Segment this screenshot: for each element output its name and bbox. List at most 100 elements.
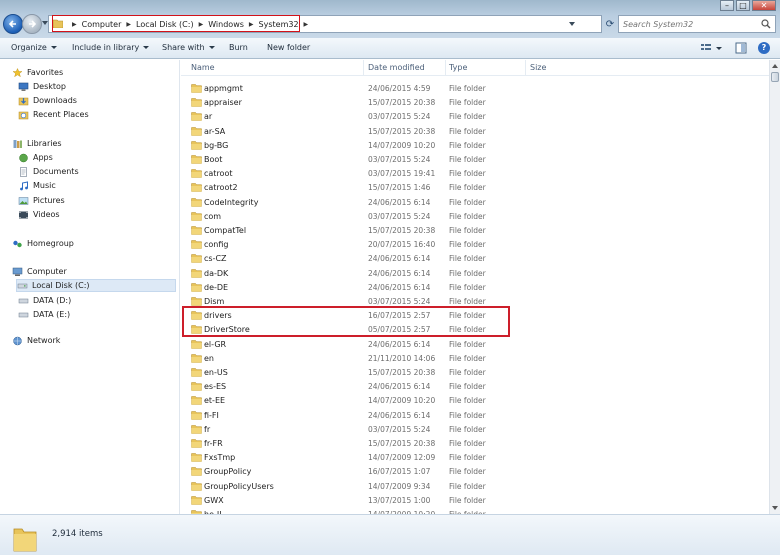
column-size[interactable]: Size bbox=[530, 63, 546, 72]
file-row[interactable]: fr 03/07/2015 5:24 File folder bbox=[181, 422, 769, 436]
file-name: drivers bbox=[204, 311, 232, 321]
forward-button[interactable] bbox=[22, 14, 42, 34]
column-divider[interactable] bbox=[445, 60, 446, 76]
file-row[interactable]: config 20/07/2015 16:40 File folder bbox=[181, 237, 769, 251]
nav-data-d[interactable]: DATA (D:) bbox=[18, 294, 71, 307]
nav-desktop[interactable]: Desktop bbox=[18, 80, 66, 93]
file-row[interactable]: appmgmt 24/06/2015 4:59 File folder bbox=[181, 81, 769, 95]
vertical-scrollbar[interactable] bbox=[769, 60, 780, 514]
folder-icon bbox=[191, 410, 202, 420]
help-icon[interactable]: ? bbox=[758, 42, 770, 54]
file-date-modified: 14/07/2009 10:20 bbox=[368, 140, 436, 150]
nav-local-disk[interactable]: Local Disk (C:) bbox=[16, 279, 176, 292]
column-type[interactable]: Type bbox=[449, 63, 467, 72]
file-date-modified: 03/07/2015 5:24 bbox=[368, 424, 431, 434]
nav-favorites[interactable]: Favorites bbox=[12, 66, 63, 79]
file-type: File folder bbox=[449, 396, 486, 406]
nav-network[interactable]: Network bbox=[12, 334, 60, 347]
share-with-button[interactable]: Share with bbox=[162, 43, 215, 52]
column-date-modified[interactable]: Date modified bbox=[368, 63, 425, 72]
chevron-right-icon[interactable]: ▶ bbox=[249, 21, 254, 28]
file-row[interactable]: GWX 13/07/2015 1:00 File folder bbox=[181, 493, 769, 507]
file-type: File folder bbox=[449, 339, 486, 349]
nav-recent-places[interactable]: Recent Places bbox=[18, 108, 89, 121]
file-row[interactable]: drivers 16/07/2015 2:57 File folder bbox=[181, 308, 769, 322]
scrollbar-thumb[interactable] bbox=[771, 72, 779, 82]
nav-documents[interactable]: Documents bbox=[18, 165, 79, 178]
file-row[interactable]: CompatTel 15/07/2015 20:38 File folder bbox=[181, 223, 769, 237]
file-row[interactable]: he-IL14/07/2009 10:20File folder bbox=[181, 507, 769, 514]
chevron-right-icon[interactable]: ▶ bbox=[304, 21, 309, 28]
scroll-down-icon[interactable] bbox=[772, 506, 778, 510]
file-row[interactable]: et-EE 14/07/2009 10:20 File folder bbox=[181, 393, 769, 407]
file-row[interactable]: de-DE 24/06/2015 6:14 File folder bbox=[181, 280, 769, 294]
folder-icon bbox=[191, 297, 202, 306]
file-date-modified: 15/07/2015 20:38 bbox=[368, 368, 436, 377]
file-row[interactable]: catroot 03/07/2015 19:41 File folder bbox=[181, 166, 769, 180]
minimize-button[interactable]: – bbox=[720, 0, 734, 11]
arrow-right-icon bbox=[29, 20, 37, 28]
folder-icon bbox=[191, 311, 202, 320]
column-divider[interactable] bbox=[363, 60, 364, 76]
nav-data-e[interactable]: DATA (E:) bbox=[18, 308, 70, 321]
folder-icon bbox=[13, 528, 37, 552]
file-row[interactable]: en 21/11/2010 14:06 File folder bbox=[181, 351, 769, 365]
nav-downloads[interactable]: Downloads bbox=[18, 94, 77, 107]
chevron-right-icon[interactable]: ▶ bbox=[199, 21, 204, 28]
organize-button[interactable]: Organize bbox=[11, 43, 57, 52]
refresh-icon[interactable]: ⟳ bbox=[603, 15, 617, 33]
back-button[interactable] bbox=[3, 14, 23, 34]
search-input[interactable] bbox=[619, 16, 749, 32]
change-view-icon[interactable] bbox=[700, 42, 712, 54]
burn-button[interactable]: Burn bbox=[229, 43, 248, 52]
file-row[interactable]: en-US 15/07/2015 20:38 File folder bbox=[181, 365, 769, 379]
file-row[interactable]: bg-BG 14/07/2009 10:20 File folder bbox=[181, 138, 769, 152]
file-row[interactable]: cs-CZ 24/06/2015 6:14 File folder bbox=[181, 251, 769, 265]
nav-videos[interactable]: Videos bbox=[18, 208, 60, 221]
file-row[interactable]: GroupPolicy 16/07/2015 1:07 File folder bbox=[181, 464, 769, 478]
scroll-up-icon[interactable] bbox=[772, 64, 778, 68]
nav-pictures[interactable]: Pictures bbox=[18, 194, 65, 207]
column-name[interactable]: Name bbox=[191, 63, 215, 72]
file-row[interactable]: com 03/07/2015 5:24 File folder bbox=[181, 209, 769, 223]
nav-libraries[interactable]: Libraries bbox=[12, 137, 62, 150]
file-row[interactable]: da-DK 24/06/2015 6:14 File folder bbox=[181, 266, 769, 280]
file-row[interactable]: ar-SA 15/07/2015 20:38 File folder bbox=[181, 124, 769, 138]
file-row[interactable]: ar 03/07/2015 5:24 File folder bbox=[181, 109, 769, 123]
file-row[interactable]: Dism 03/07/2015 5:24 File folder bbox=[181, 294, 769, 308]
nav-homegroup[interactable]: Homegroup bbox=[12, 237, 74, 250]
preview-pane-icon[interactable] bbox=[735, 42, 747, 54]
file-row[interactable]: fi-FI 24/06/2015 6:14 File folder bbox=[181, 408, 769, 422]
maximize-button[interactable]: □ bbox=[736, 0, 750, 11]
view-options-dropdown[interactable] bbox=[716, 47, 722, 50]
address-history-dropdown[interactable] bbox=[569, 22, 575, 26]
file-row[interactable]: FxsTmp 14/07/2009 12:09 File folder bbox=[181, 450, 769, 464]
share-with-label: Share with bbox=[162, 43, 205, 52]
chevron-right-icon[interactable]: ▶ bbox=[72, 21, 77, 28]
nav-music[interactable]: Music bbox=[18, 179, 56, 192]
file-date-modified: 15/07/2015 20:38 bbox=[368, 126, 436, 136]
column-divider[interactable] bbox=[525, 60, 526, 76]
include-in-library-button[interactable]: Include in library bbox=[72, 43, 150, 52]
file-row[interactable]: Boot 03/07/2015 5:24 File folder bbox=[181, 152, 769, 166]
breadcrumb-computer[interactable]: Computer bbox=[82, 20, 122, 29]
breadcrumb-local-disk[interactable]: Local Disk (C:) bbox=[136, 20, 194, 29]
nav-apps[interactable]: Apps bbox=[18, 151, 53, 164]
address-bar[interactable]: ▶ Computer ▶ Local Disk (C:) ▶ Windows ▶… bbox=[48, 15, 602, 33]
file-row[interactable]: el-GR 24/06/2015 6:14 File folder bbox=[181, 337, 769, 351]
new-folder-button[interactable]: New folder bbox=[267, 43, 310, 52]
nav-computer[interactable]: Computer bbox=[12, 265, 67, 278]
file-row[interactable]: es-ES 24/06/2015 6:14 File folder bbox=[181, 379, 769, 393]
chevron-right-icon[interactable]: ▶ bbox=[126, 21, 131, 28]
file-row[interactable]: catroot2 15/07/2015 1:46 File folder bbox=[181, 180, 769, 194]
file-row[interactable]: appraiser 15/07/2015 20:38 File folder bbox=[181, 95, 769, 109]
search-box[interactable] bbox=[618, 15, 776, 33]
file-row[interactable]: DriverStore 05/07/2015 2:57 File folder bbox=[181, 322, 769, 336]
file-row[interactable]: fr-FR 15/07/2015 20:38 File folder bbox=[181, 436, 769, 450]
file-type: File folder bbox=[449, 410, 486, 420]
breadcrumb-system32[interactable]: System32 bbox=[259, 20, 299, 29]
breadcrumb-windows[interactable]: Windows bbox=[208, 20, 244, 29]
file-row[interactable]: CodeIntegrity 24/06/2015 6:14 File folder bbox=[181, 195, 769, 209]
file-row[interactable]: GroupPolicyUsers 14/07/2009 9:34 File fold… bbox=[181, 479, 769, 493]
close-button[interactable]: ✕ bbox=[752, 0, 776, 11]
